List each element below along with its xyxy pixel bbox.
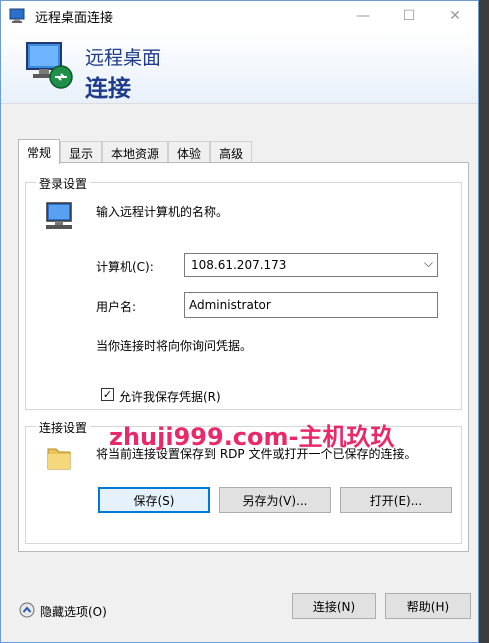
window-title: 远程桌面连接 <box>35 10 114 26</box>
help-button[interactable]: 帮助(H) <box>385 593 471 619</box>
remote-desktop-logo-icon <box>26 42 73 89</box>
connect-button[interactable]: 连接(N) <box>292 593 376 619</box>
title-bar[interactable]: 远程桌面连接 — ☐ ✕ <box>1 1 478 31</box>
tab-display[interactable]: 显示 <box>60 141 103 164</box>
computer-label: 计算机(C): <box>96 260 154 274</box>
login-settings-group: 登录设置 输入远程计算机的名称。 计算机(C): 108.61.207.173 … <box>25 175 462 410</box>
folder-icon <box>47 448 71 470</box>
open-button[interactable]: 打开(E)... <box>340 487 452 513</box>
save-as-button[interactable]: 另存为(V)... <box>219 487 331 513</box>
username-field[interactable]: Administrator <box>184 292 438 318</box>
hide-options-link[interactable]: 隐藏选项(O) <box>40 603 107 620</box>
maximize-icon[interactable]: ☐ <box>386 1 432 31</box>
tab-general[interactable]: 常规 <box>18 139 61 164</box>
computer-combobox[interactable]: 108.61.207.173 ⌵ <box>184 253 438 277</box>
connection-settings-title: 连接设置 <box>36 419 91 436</box>
tab-strip: 常规 显示 本地资源 体验 高级 <box>18 139 253 164</box>
login-settings-title: 登录设置 <box>36 175 91 192</box>
close-icon[interactable]: ✕ <box>432 1 478 31</box>
tab-experience[interactable]: 体验 <box>168 141 211 164</box>
chevron-up-icon[interactable] <box>19 602 35 618</box>
banner-title-line2: 连接 <box>85 76 131 102</box>
tab-advanced[interactable]: 高级 <box>210 141 253 164</box>
minimize-icon[interactable]: — <box>340 1 386 31</box>
username-label: 用户名: <box>96 300 137 314</box>
computer-value: 108.61.207.173 <box>191 258 287 272</box>
remote-desktop-window: 远程桌面连接 — ☐ ✕ 远程桌面 连接 常规 显示 本地资源 体验 高级 登录… <box>0 0 479 643</box>
header-banner: 远程桌面 连接 <box>1 31 478 104</box>
save-credentials-checkbox[interactable]: ✓ <box>101 388 114 401</box>
banner-title-line1: 远程桌面 <box>85 47 162 69</box>
tab-panel-general: 登录设置 输入远程计算机的名称。 计算机(C): 108.61.207.173 … <box>18 162 469 552</box>
watermark-text: zhuji999.com-主机玖玖 <box>109 423 395 451</box>
save-button[interactable]: 保存(S) <box>98 487 210 513</box>
username-value: Administrator <box>189 298 271 312</box>
chevron-down-icon[interactable]: ⌵ <box>424 256 433 271</box>
tab-local-resources[interactable]: 本地资源 <box>102 141 169 164</box>
credential-note: 当你连接时将向你询问凭据。 <box>96 339 253 353</box>
save-credentials-label[interactable]: 允许我保存凭据(R) <box>119 388 221 405</box>
background-desktop <box>479 0 489 643</box>
computer-name-prompt: 输入远程计算机的名称。 <box>96 205 229 219</box>
computer-icon <box>46 202 72 229</box>
remote-desktop-app-icon <box>9 8 25 23</box>
